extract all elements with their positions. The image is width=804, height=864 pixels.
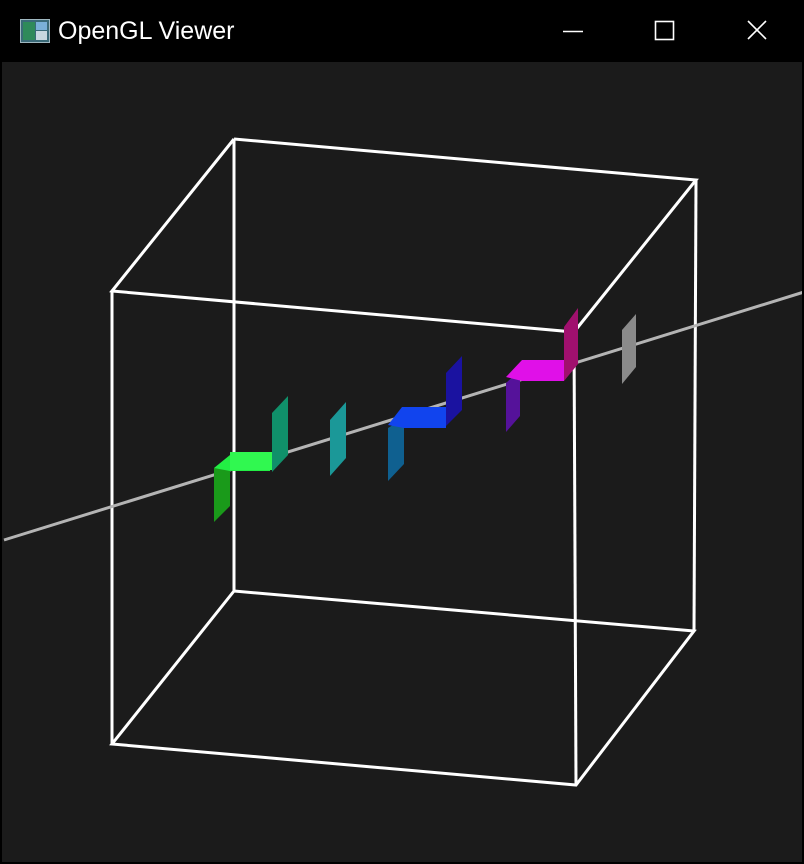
maximize-icon: [654, 20, 675, 41]
minimize-icon: [563, 30, 583, 33]
window-title: OpenGL Viewer: [58, 17, 235, 45]
scene-canvas: [2, 62, 802, 862]
opengl-viewport[interactable]: [2, 62, 802, 862]
close-icon: [747, 20, 767, 40]
title-bar[interactable]: OpenGL Viewer: [2, 0, 802, 62]
close-button[interactable]: [711, 0, 803, 62]
maximize-button[interactable]: [619, 0, 711, 62]
minimize-button[interactable]: [527, 0, 619, 62]
opengl-viewer-window: OpenGL Viewer: [0, 0, 804, 864]
opengl-app-icon: [20, 19, 50, 43]
